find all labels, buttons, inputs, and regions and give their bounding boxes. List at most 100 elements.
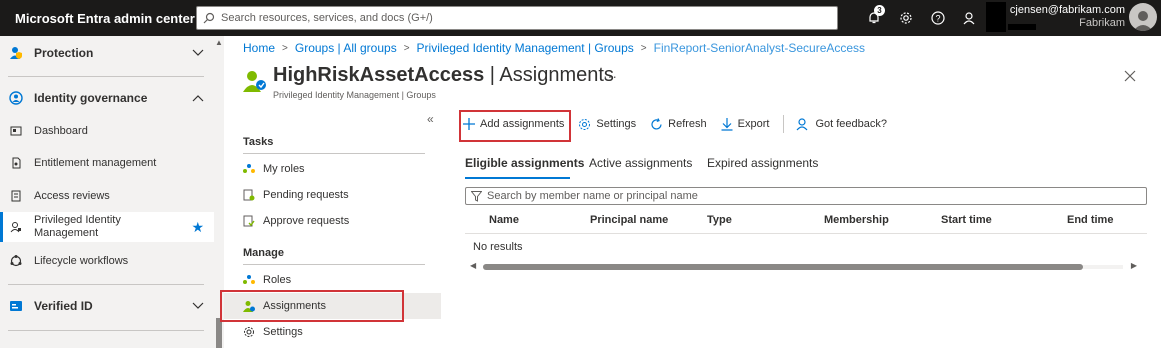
nav-item-label: Entitlement management [34,157,157,169]
filter-icon [471,190,482,202]
group-pim-icon [243,70,267,95]
tasks-heading: Tasks [243,136,274,148]
settings-command-label: Settings [596,118,637,130]
tab-expired-assignments[interactable]: Expired assignments [707,156,818,170]
brand-title[interactable]: Microsoft Entra admin center [0,11,196,26]
nav-item-privileged-identity-management[interactable]: Privileged Identity Management ★ [0,212,214,242]
nav-item-dashboard[interactable]: Dashboard [0,120,214,142]
manage-heading: Manage [243,247,284,259]
global-search-input[interactable]: Search resources, services, and docs (G+… [196,6,838,30]
search-placeholder: Search resources, services, and docs (G+… [221,12,433,24]
member-search-input[interactable]: Search by member name or principal name [465,187,1147,205]
chevron-down-icon [192,299,204,313]
column-header-end-time[interactable]: End time [1067,214,1113,226]
svg-text:?: ? [935,14,940,24]
menu-item-pending-requests[interactable]: Pending requests [224,182,441,208]
nav-section-label: Protection [34,46,94,60]
feedback-icon [963,12,975,25]
nav-section-verified-id[interactable]: Verified ID [0,295,214,317]
scroll-up-icon[interactable]: ▲ [215,38,223,47]
top-bar: Microsoft Entra admin center Search reso… [0,0,1161,36]
nav-item-entitlement-management[interactable]: Entitlement management [0,152,214,174]
chevron-up-icon [192,91,204,105]
chevron-right-icon: > [403,42,410,54]
avatar[interactable] [1129,3,1157,31]
feedback-button[interactable] [954,0,986,36]
more-options-button[interactable]: ··· [603,68,617,84]
breadcrumb-groups[interactable]: Groups | All groups [295,41,397,55]
nav-item-label: Lifecycle workflows [34,255,129,267]
nav-divider [8,284,204,285]
nav-divider [8,330,204,331]
favorite-star-icon[interactable]: ★ [191,219,204,236]
close-icon[interactable] [1124,66,1136,87]
feedback-command-button[interactable]: Got feedback? [796,117,887,131]
breadcrumb-home[interactable]: Home [243,41,275,55]
settings-command-button[interactable]: Settings [578,118,636,131]
column-header-membership[interactable]: Membership [824,214,889,226]
refresh-label: Refresh [668,118,707,130]
gear-icon [900,12,912,24]
chevron-right-icon: > [282,42,288,54]
table-header-divider [465,233,1147,234]
menu-item-label: Pending requests [263,189,349,201]
section-divider [243,153,425,154]
column-header-type[interactable]: Type [707,214,732,226]
account-menu[interactable]: cjensen@fabrikam.com Fabrikam [985,2,1157,32]
settings-button[interactable] [890,0,922,36]
search-icon [203,12,215,24]
approve-requests-icon [241,215,257,227]
scroll-right-icon[interactable]: ▶ [1131,261,1137,270]
refresh-button[interactable]: Refresh [650,117,707,131]
nav-section-label: Identity governance [34,91,148,105]
roles-icon [241,274,257,286]
search-placeholder: Search by member name or principal name [487,190,698,202]
page-title: HighRiskAssetAccess | Assignments [273,64,614,86]
access-reviews-icon [8,190,24,202]
scrollbar-thumb[interactable] [483,264,1083,270]
chevron-right-icon: > [640,42,647,54]
page-subtitle: Privileged Identity Management | Groups [273,90,436,100]
breadcrumb-group[interactable]: FinReport-SeniorAnalyst-SecureAccess [654,41,865,55]
identity-governance-icon [8,91,24,105]
scrollbar-thumb[interactable] [216,318,222,348]
gear-icon [241,326,257,338]
export-button[interactable]: Export [721,117,769,131]
feedback-icon [796,117,810,131]
feedback-label: Got feedback? [815,118,888,130]
table-horizontal-scrollbar[interactable]: ◀ ▶ [465,261,1147,273]
menu-item-my-roles[interactable]: My roles [224,156,441,182]
column-header-start-time[interactable]: Start time [941,214,992,226]
menu-item-approve-requests[interactable]: Approve requests [224,208,441,234]
column-header-name[interactable]: Name [489,214,519,226]
redacted-block [985,2,1036,32]
scroll-left-icon[interactable]: ◀ [470,261,476,270]
menu-item-label: Roles [263,274,292,286]
help-button[interactable]: ? [922,0,954,36]
menu-item-settings[interactable]: Settings [224,319,441,345]
entitlement-icon [8,157,24,169]
refresh-icon [650,117,663,131]
dashboard-icon [8,125,24,137]
notifications-button[interactable]: 3 [858,0,890,36]
section-divider [243,264,425,265]
nav-section-protection[interactable]: Protection [0,42,214,64]
protection-icon [8,46,24,60]
collapse-menu-icon[interactable]: « [427,112,434,126]
help-icon: ? [931,11,945,25]
nav-item-label: Privileged Identity Management [34,214,121,239]
tab-active-assignments[interactable]: Active assignments [589,156,692,170]
nav-section-identity-governance[interactable]: Identity governance [0,87,214,109]
breadcrumb-pim-groups[interactable]: Privileged Identity Management | Groups [417,41,634,55]
menu-item-label: Settings [263,326,303,338]
pending-requests-icon [241,189,257,201]
tab-eligible-assignments[interactable]: Eligible assignments [465,156,584,170]
nav-section-label: Verified ID [34,299,93,313]
nav-item-label: Dashboard [34,125,88,137]
highlight-box-assignments [220,290,404,322]
nav-item-lifecycle-workflows[interactable]: Lifecycle workflows [0,250,214,272]
nav-item-label: Access reviews [34,190,110,202]
column-header-principal-name[interactable]: Principal name [590,214,668,226]
nav-item-access-reviews[interactable]: Access reviews [0,185,214,207]
nav-divider [8,76,204,77]
